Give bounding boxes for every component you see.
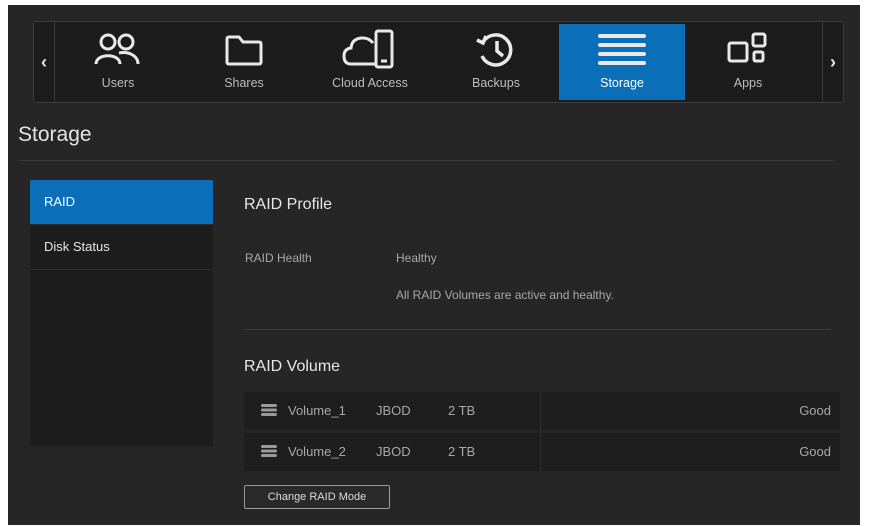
volume-name: Volume_1 xyxy=(288,403,346,418)
volume-status: Good xyxy=(799,444,831,459)
volume-row[interactable]: Volume_2 JBOD 2 TB Good xyxy=(244,433,840,471)
page-title: Storage xyxy=(18,123,92,146)
volume-size: 2 TB xyxy=(448,403,476,418)
chevron-right-icon: › xyxy=(830,51,836,72)
volume-status: Good xyxy=(799,403,831,418)
nav-item-label: Backups xyxy=(472,76,520,90)
app-window: ‹ Users Shares Cloud Access Backups Stor… xyxy=(8,5,860,525)
volume-type: JBOD xyxy=(376,403,411,418)
nav-prev-button[interactable]: ‹ xyxy=(34,22,55,102)
nav-item-storage[interactable]: Storage xyxy=(559,24,685,100)
volume-name: Volume_2 xyxy=(288,444,346,459)
raid-health-label: RAID Health xyxy=(245,251,312,265)
volume-size: 2 TB xyxy=(448,444,476,459)
nav-item-label: Users xyxy=(101,76,135,90)
side-item-disk-status[interactable]: Disk Status xyxy=(30,225,213,270)
raid-volume-title: RAID Volume xyxy=(244,358,341,375)
chevron-left-icon: ‹ xyxy=(41,51,47,72)
nav-item-apps[interactable]: Apps xyxy=(685,24,811,100)
nav-items: Users Shares Cloud Access Backups Storag… xyxy=(55,22,822,102)
change-raid-mode-button[interactable]: Change RAID Mode xyxy=(244,485,390,509)
nav-item-users[interactable]: Users xyxy=(55,24,181,100)
disk-stack-icon xyxy=(261,404,277,421)
side-item-raid[interactable]: RAID xyxy=(30,180,213,225)
row-divider xyxy=(540,433,541,471)
folder-icon xyxy=(223,28,265,72)
nav-item-backups[interactable]: Backups xyxy=(433,24,559,100)
raid-health-detail: All RAID Volumes are active and healthy. xyxy=(396,288,614,302)
row-divider xyxy=(540,392,541,430)
nav-item-cloud-access[interactable]: Cloud Access xyxy=(307,24,433,100)
nav-next-button[interactable]: › xyxy=(822,22,843,102)
side-menu: RAID Disk Status xyxy=(30,180,213,446)
raid-health-value: Healthy xyxy=(396,251,437,265)
nav-item-shares[interactable]: Shares xyxy=(181,24,307,100)
top-nav: ‹ Users Shares Cloud Access Backups Stor… xyxy=(33,21,844,103)
nav-item-label: Cloud Access xyxy=(332,76,408,90)
section-divider xyxy=(244,329,831,330)
backup-history-icon xyxy=(474,28,518,72)
volume-row[interactable]: Volume_1 JBOD 2 TB Good xyxy=(244,392,840,430)
raid-profile-title: RAID Profile xyxy=(244,196,333,213)
disk-stack-icon xyxy=(261,445,277,462)
cloud-device-icon xyxy=(341,28,399,72)
apps-icon xyxy=(725,28,771,72)
nav-item-label: Shares xyxy=(224,76,264,90)
storage-icon xyxy=(596,28,648,72)
nav-item-label: Apps xyxy=(733,76,763,90)
nav-item-label: Storage xyxy=(600,76,644,90)
volume-type: JBOD xyxy=(376,444,411,459)
title-divider xyxy=(18,160,834,161)
users-icon xyxy=(93,28,143,72)
